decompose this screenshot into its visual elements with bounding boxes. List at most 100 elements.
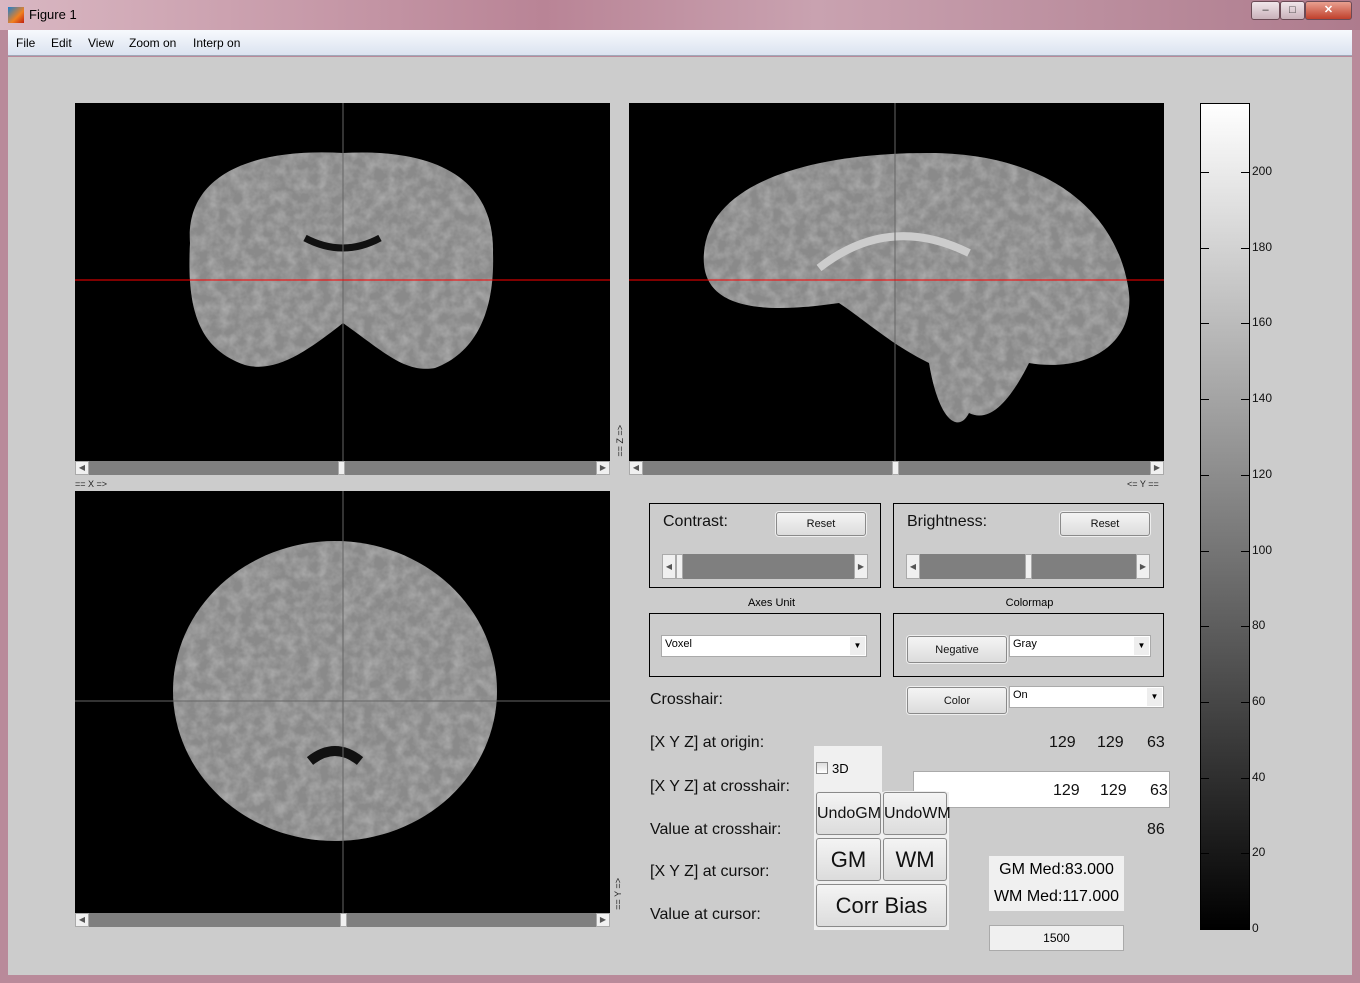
window-title: Figure 1 bbox=[29, 7, 77, 22]
axial-scrollbar[interactable]: ◀ ▶ bbox=[75, 913, 610, 927]
corr-bias-button[interactable]: Corr Bias bbox=[816, 884, 947, 927]
cursor-coords-label: [X Y Z] at cursor: bbox=[650, 863, 770, 880]
colorbar-tick-right bbox=[1241, 247, 1249, 249]
colorbar-tick-left bbox=[1201, 399, 1209, 401]
undo-gm-button[interactable]: UndoGM bbox=[816, 792, 881, 835]
menu-file[interactable]: File bbox=[16, 36, 35, 50]
sagittal-view[interactable] bbox=[629, 103, 1164, 461]
minimize-button[interactable]: – bbox=[1251, 1, 1280, 20]
colorbar-tick-right bbox=[1241, 399, 1249, 401]
crosshair-label: Crosshair: bbox=[650, 691, 723, 708]
colorbar-tick-left bbox=[1201, 474, 1209, 476]
scroll-right-icon[interactable]: ▶ bbox=[596, 461, 610, 475]
colorbar-tick-left bbox=[1201, 247, 1209, 249]
colorbar-tick-label: 200 bbox=[1252, 164, 1273, 179]
menu-interp[interactable]: Interp on bbox=[193, 36, 240, 50]
colorbar-tick-right bbox=[1241, 172, 1249, 174]
slider-left-icon[interactable]: ◀ bbox=[906, 554, 920, 579]
contrast-label: Contrast: bbox=[663, 513, 728, 530]
scroll-right-icon[interactable]: ▶ bbox=[596, 913, 610, 927]
brightness-reset-button[interactable]: Reset bbox=[1060, 512, 1150, 536]
3d-checkbox[interactable] bbox=[816, 762, 828, 774]
gm-button[interactable]: GM bbox=[816, 838, 881, 881]
brightness-slider[interactable]: ◀ ▶ bbox=[906, 554, 1150, 579]
axes-unit-dropdown[interactable]: Voxel ▼ bbox=[661, 635, 867, 657]
scroll-left-icon[interactable]: ◀ bbox=[629, 461, 643, 475]
contrast-reset-button[interactable]: Reset bbox=[776, 512, 866, 536]
origin-z: 63 bbox=[1147, 734, 1165, 751]
scroll-left-icon[interactable]: ◀ bbox=[75, 913, 89, 927]
chevron-down-icon: ▼ bbox=[850, 637, 865, 655]
axial-view[interactable] bbox=[75, 491, 610, 913]
value-crosshair: 86 bbox=[1147, 821, 1165, 838]
colorbar-tick-right bbox=[1241, 777, 1249, 779]
menu-view[interactable]: View bbox=[88, 36, 114, 50]
undo-wm-button[interactable]: UndoWM bbox=[883, 792, 951, 835]
contrast-slider[interactable]: ◀ ▶ bbox=[662, 554, 868, 579]
crosshair-x: 129 bbox=[1053, 782, 1080, 799]
scroll-thumb[interactable] bbox=[338, 461, 345, 475]
sagittal-scrollbar[interactable]: ◀ ▶ bbox=[629, 461, 1164, 475]
crosshair-coords-label: [X Y Z] at crosshair: bbox=[650, 778, 790, 795]
colorbar-tick-right bbox=[1241, 550, 1249, 552]
colorbar-tick-label: 100 bbox=[1252, 542, 1273, 557]
slider-right-icon[interactable]: ▶ bbox=[1136, 554, 1150, 579]
colorbar-tick-left bbox=[1201, 777, 1209, 779]
matlab-icon bbox=[8, 7, 24, 23]
menu-bar: File Edit View Zoom on Interp on bbox=[8, 30, 1352, 56]
brightness-thumb[interactable] bbox=[1024, 554, 1032, 579]
coronal-view[interactable] bbox=[75, 103, 610, 461]
colorbar-tick-right bbox=[1241, 626, 1249, 628]
z-axis-label: == Z => bbox=[615, 425, 625, 457]
y-axis-label-bottom: == Y => bbox=[613, 878, 623, 910]
colorbar-tick-left bbox=[1201, 550, 1209, 552]
colorbar-tick-label: 20 bbox=[1252, 845, 1266, 860]
colorbar bbox=[1200, 103, 1250, 930]
slider-left-icon[interactable]: ◀ bbox=[662, 554, 676, 579]
tools-panel: 3D bbox=[814, 746, 882, 794]
origin-y: 129 bbox=[1097, 734, 1124, 751]
crosshair-y: 129 bbox=[1100, 782, 1127, 799]
value-field[interactable]: 1500 bbox=[989, 925, 1124, 951]
value-crosshair-label: Value at crosshair: bbox=[650, 821, 782, 838]
maximize-button[interactable]: □ bbox=[1280, 1, 1305, 20]
coronal-scrollbar[interactable]: ◀ ▶ bbox=[75, 461, 610, 475]
colorbar-tick-right bbox=[1241, 929, 1249, 930]
colorbar-tick-left bbox=[1201, 323, 1209, 325]
chevron-down-icon: ▼ bbox=[1134, 637, 1149, 655]
colorbar-tick-label: 140 bbox=[1252, 391, 1273, 406]
menu-edit[interactable]: Edit bbox=[51, 36, 72, 50]
colorbar-tick-right bbox=[1241, 323, 1249, 325]
colorbar-tick-left bbox=[1201, 853, 1209, 855]
crosshair-color-button[interactable]: Color bbox=[907, 687, 1007, 714]
contrast-panel: Contrast: Reset ◀ ▶ bbox=[649, 503, 881, 588]
wm-button[interactable]: WM bbox=[883, 838, 947, 881]
slider-right-icon[interactable]: ▶ bbox=[854, 554, 868, 579]
crosshair-value: On bbox=[1013, 689, 1028, 701]
3d-label: 3D bbox=[832, 761, 849, 776]
title-bar: Figure 1 – □ ✕ bbox=[0, 0, 1360, 30]
origin-x: 129 bbox=[1049, 734, 1076, 751]
crosshair-coords-field[interactable]: 129 129 63 bbox=[913, 771, 1170, 808]
colorbar-tick-left bbox=[1201, 172, 1209, 174]
axes-unit-title: Axes Unit bbox=[700, 597, 843, 609]
scroll-right-icon[interactable]: ▶ bbox=[1150, 461, 1164, 475]
colorbar-tick-label: 60 bbox=[1252, 693, 1266, 708]
origin-label: [X Y Z] at origin: bbox=[650, 734, 765, 751]
crosshair-z: 63 bbox=[1150, 782, 1168, 799]
wm-median: WM Med:117.000 bbox=[993, 888, 1120, 905]
brightness-label: Brightness: bbox=[907, 513, 988, 530]
close-button[interactable]: ✕ bbox=[1305, 1, 1352, 20]
scroll-left-icon[interactable]: ◀ bbox=[75, 461, 89, 475]
scroll-thumb[interactable] bbox=[340, 913, 347, 927]
median-stats: GM Med:83.000 WM Med:117.000 bbox=[989, 856, 1124, 911]
colormap-dropdown[interactable]: Gray ▼ bbox=[1009, 635, 1151, 657]
colorbar-tick-label: 120 bbox=[1252, 466, 1273, 481]
negative-button[interactable]: Negative bbox=[907, 636, 1007, 663]
contrast-thumb[interactable] bbox=[676, 554, 683, 579]
menu-zoom[interactable]: Zoom on bbox=[129, 36, 176, 50]
scroll-thumb[interactable] bbox=[892, 461, 899, 475]
brightness-panel: Brightness: Reset ◀ ▶ bbox=[893, 503, 1164, 588]
crosshair-dropdown[interactable]: On ▼ bbox=[1009, 686, 1164, 708]
colorbar-tick-right bbox=[1241, 853, 1249, 855]
